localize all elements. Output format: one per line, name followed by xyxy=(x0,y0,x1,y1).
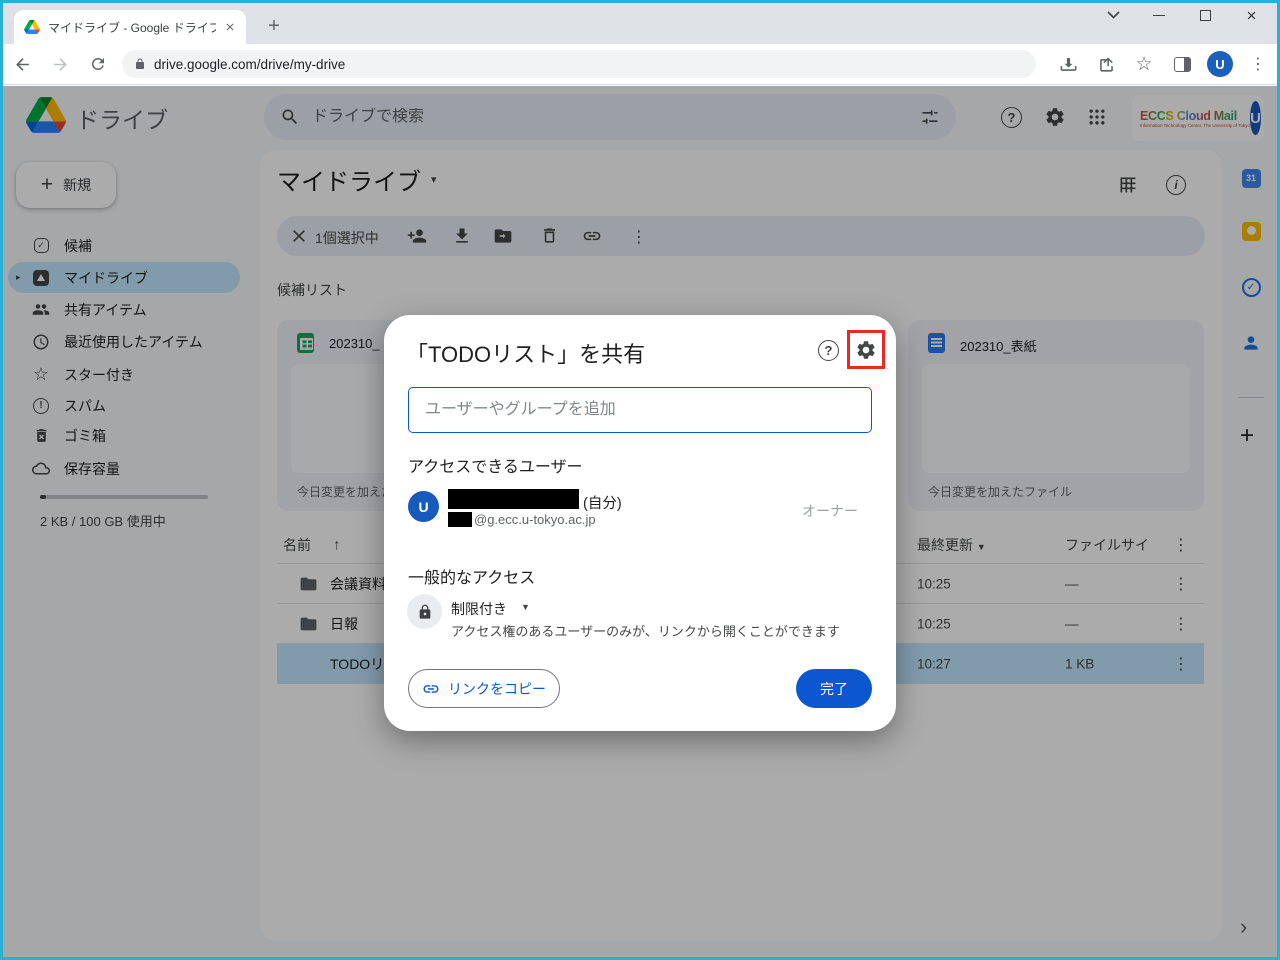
general-access-heading: 一般的なアクセス xyxy=(408,570,536,587)
annotation-highlight-box xyxy=(847,330,885,369)
reload-icon[interactable] xyxy=(82,48,114,80)
owner-avatar: U xyxy=(408,491,439,522)
done-button[interactable]: 完了 xyxy=(796,669,872,708)
install-icon[interactable] xyxy=(1052,48,1084,80)
people-with-access-heading: アクセスできるユーザー xyxy=(408,459,583,476)
screenshot-root: マイドライブ - Google ドライブ + drive.google.com/… xyxy=(0,0,1280,960)
share-icon[interactable] xyxy=(1090,48,1122,80)
new-tab-button[interactable]: + xyxy=(260,12,288,40)
maximize-button[interactable] xyxy=(1182,0,1228,30)
access-level-dropdown[interactable]: 制限付き xyxy=(451,599,507,619)
access-caret-icon[interactable]: ▼ xyxy=(521,602,530,612)
share-dialog: 「TODOリスト」を共有 ? アクセスできるユーザー U (自分) @g.ecc… xyxy=(384,315,896,731)
browser-menu-icon[interactable]: ⋮ xyxy=(1242,48,1274,80)
minimize-button[interactable] xyxy=(1136,0,1182,30)
lock-icon xyxy=(134,58,146,70)
tab-close-icon[interactable] xyxy=(224,21,236,33)
window-close-button[interactable] xyxy=(1228,0,1274,30)
browser-titlebar: マイドライブ - Google ドライブ + xyxy=(0,0,1280,44)
bookmark-star-icon[interactable]: ☆ xyxy=(1128,48,1160,80)
access-description: アクセス権のあるユーザーのみが、リンクから開くことができます xyxy=(451,624,840,639)
owner-email-domain: @g.ecc.u-tokyo.ac.jp xyxy=(474,512,596,527)
add-people-input[interactable] xyxy=(408,387,872,433)
tab-title: マイドライブ - Google ドライブ xyxy=(48,20,216,35)
side-panel-icon[interactable] xyxy=(1166,48,1198,80)
drive-page: ドライブ ? ECCS Cloud Mail Information Techn… xyxy=(0,86,1280,960)
browser-navbar: drive.google.com/drive/my-drive ☆ U ⋮ xyxy=(0,44,1280,85)
url-text: drive.google.com/drive/my-drive xyxy=(154,56,346,72)
window-chevron-icon[interactable] xyxy=(1090,0,1136,30)
url-bar[interactable]: drive.google.com/drive/my-drive xyxy=(122,50,1036,78)
copy-link-button[interactable]: リンクをコピー xyxy=(408,669,560,708)
owner-role-label: オーナー xyxy=(802,503,858,519)
browser-tab[interactable]: マイドライブ - Google ドライブ xyxy=(14,10,246,44)
dialog-title: 「TODOリスト」を共有 xyxy=(406,342,646,367)
forward-icon[interactable] xyxy=(44,48,76,80)
back-icon[interactable] xyxy=(6,48,38,80)
redacted-owner-name xyxy=(448,489,579,509)
drive-favicon xyxy=(24,20,40,34)
restricted-lock-icon xyxy=(407,594,442,629)
redacted-email-prefix xyxy=(448,512,472,527)
owner-self-label: (自分) xyxy=(583,496,622,512)
share-help-icon[interactable]: ? xyxy=(818,340,839,361)
browser-avatar[interactable]: U xyxy=(1204,48,1236,80)
